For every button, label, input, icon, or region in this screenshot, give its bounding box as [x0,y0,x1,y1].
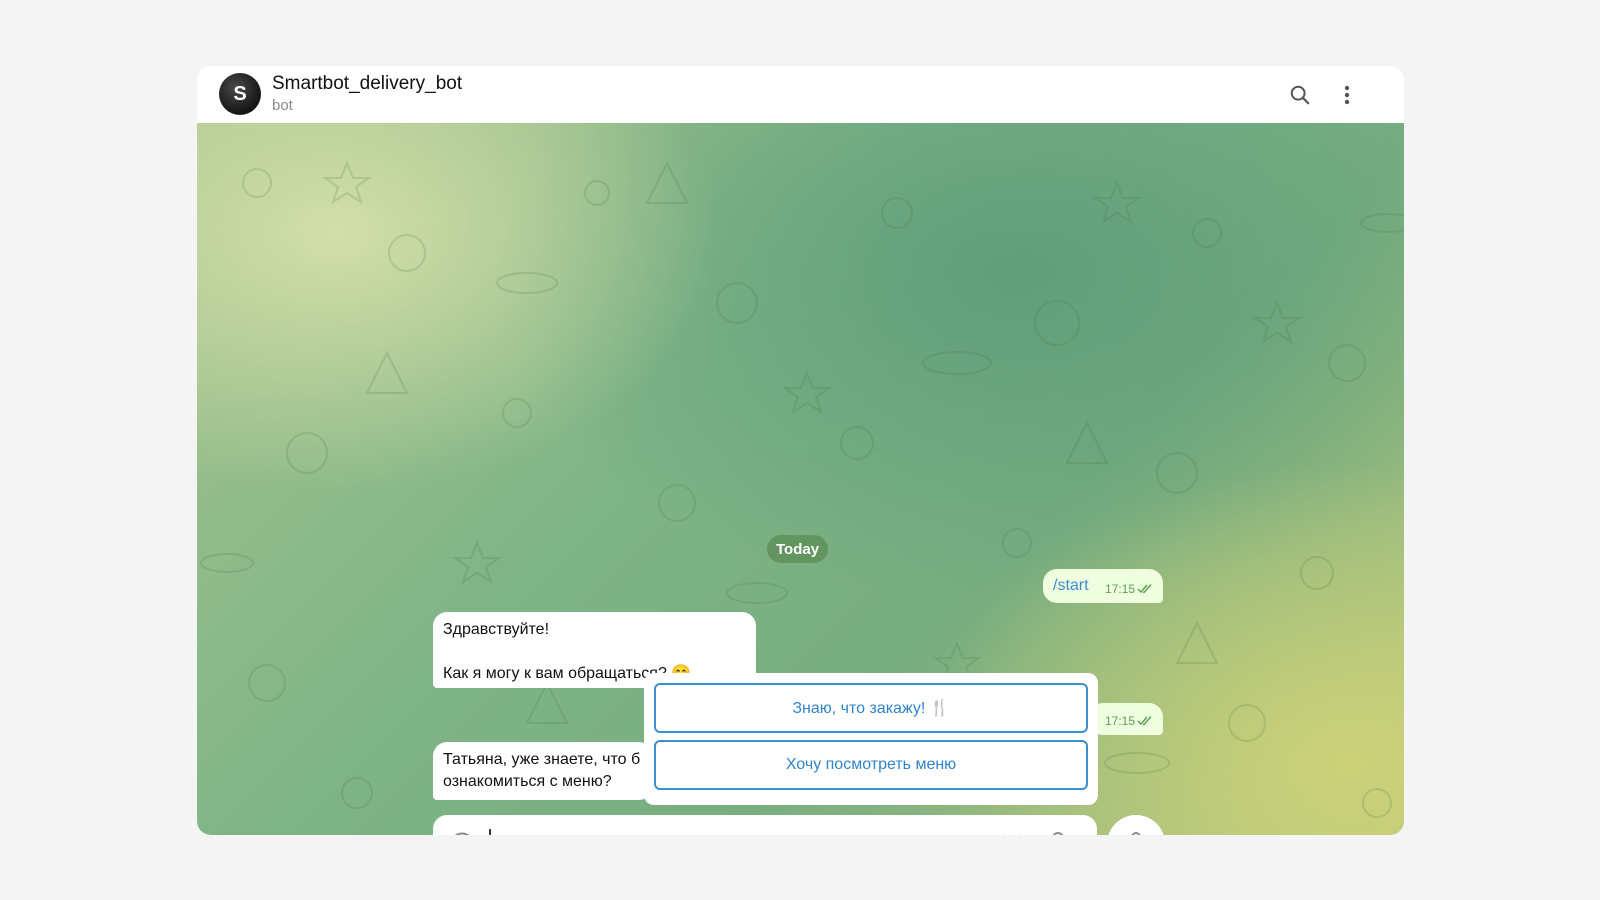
chat-area[interactable]: Today /start 17:15 Здравствуйте! Как я м… [197,123,1404,835]
microphone-icon [1131,832,1141,835]
chat-subtitle: bot [272,97,293,114]
message-time: 17:15 [1104,582,1135,596]
incoming-message[interactable]: Татьяна, уже знаете, что б ознакомиться … [433,742,653,800]
chat-header: S Smartbot_delivery_bot bot [197,66,1404,123]
avatar[interactable]: S [219,73,261,115]
more-vertical-icon[interactable] [1334,82,1360,108]
message-input[interactable] [489,829,969,835]
message-meta: 17:15 [1105,714,1153,728]
chat-title[interactable]: Smartbot_delivery_bot [272,73,462,95]
double-check-icon [1137,716,1152,726]
search-icon[interactable] [1287,82,1313,108]
reply-keyboard: Знаю, что закажу! 🍴 Хочу посмотреть меню [644,673,1098,805]
bot-commands-icon[interactable] [998,830,1026,835]
outgoing-message[interactable]: 17:15 [1089,703,1163,735]
keyboard-button-know-order[interactable]: Знаю, что закажу! 🍴 [654,683,1088,733]
message-text: Татьяна, уже знаете, что б [443,751,641,768]
message-meta: 17:15 [1105,582,1153,596]
message-text: ознакомиться с меню? [443,773,612,790]
message-time: 17:15 [1104,714,1135,728]
message-composer [433,815,1097,835]
emoji-icon[interactable] [449,831,475,835]
keyboard-button-view-menu[interactable]: Хочу посмотреть меню [654,740,1088,790]
double-check-icon [1137,584,1152,594]
date-separator: Today [767,535,829,563]
outgoing-message[interactable]: /start 17:15 [1043,569,1163,603]
attach-icon[interactable] [1041,831,1065,835]
message-text: Здравствуйте! [443,621,550,638]
command-link[interactable]: /start [1053,577,1089,594]
chat-window: S Smartbot_delivery_bot bot Today /start… [197,66,1404,835]
